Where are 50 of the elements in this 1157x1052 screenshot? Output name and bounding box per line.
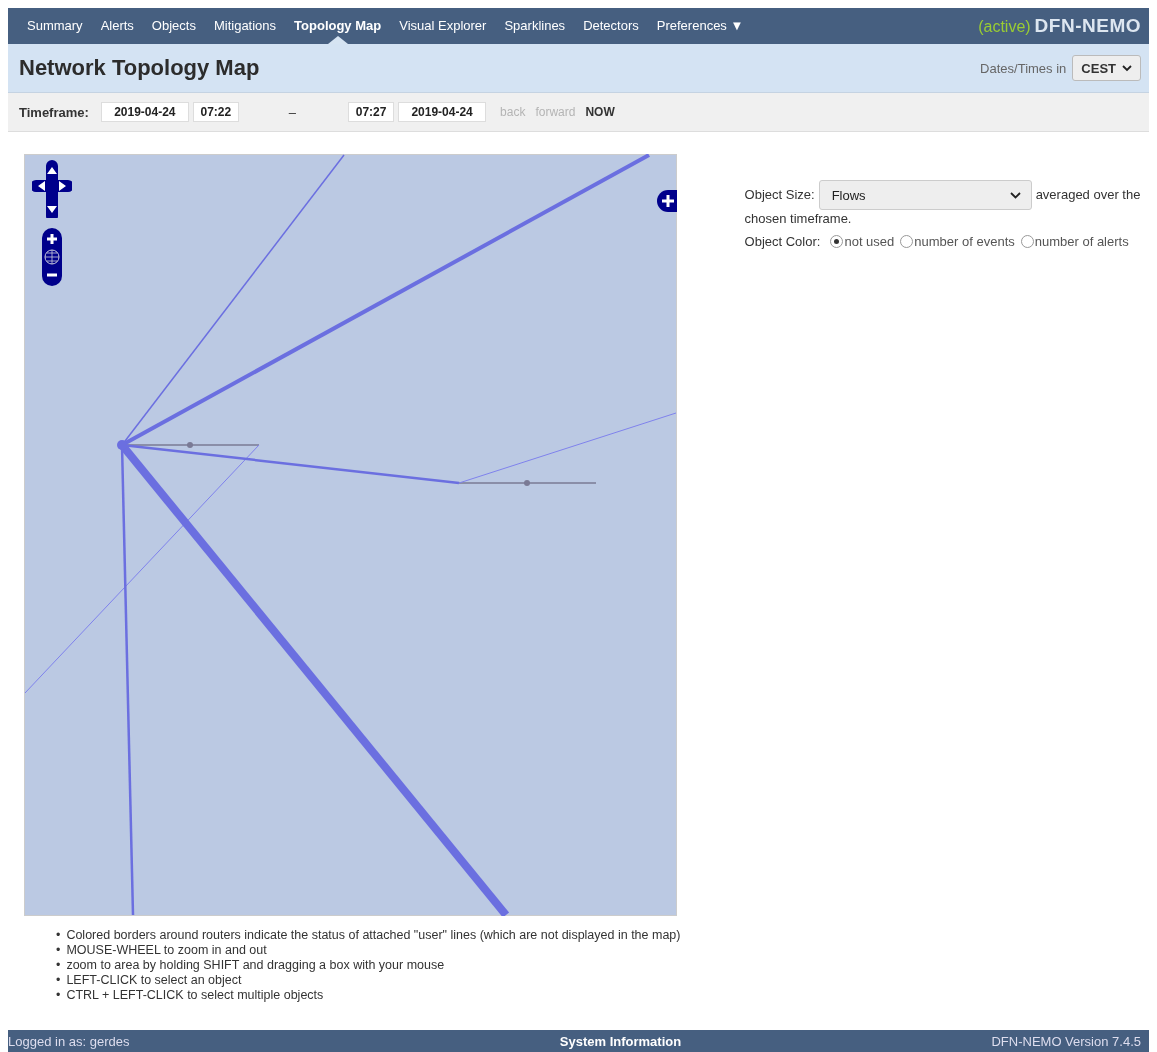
nav-tab[interactable]: Mitigations [204, 8, 286, 44]
page-title: Network Topology Map [19, 55, 260, 81]
nav-tab[interactable]: Topology Map [285, 8, 391, 44]
radio-label[interactable]: number of alerts [1034, 234, 1129, 249]
nav-tab[interactable]: Visual Explorer [390, 8, 496, 44]
logged-in-user: Logged in as: gerdes [8, 1033, 130, 1049]
bullet: • [56, 943, 61, 958]
end-time-field[interactable]: 07:27 [348, 102, 395, 122]
object-size-note: averaged over the [1035, 186, 1141, 204]
nav-tab[interactable]: Summary [18, 8, 92, 44]
radio-button[interactable] [1020, 235, 1034, 248]
timezone-dropdown[interactable]: CEST [1072, 55, 1141, 81]
nav-tab[interactable]: Alerts [91, 8, 143, 44]
start-date-field[interactable]: 2019-04-24 [100, 102, 189, 122]
object-color-label: Object Color: [744, 234, 821, 249]
help-item: LEFT-CLICK to select an object [66, 973, 242, 988]
help-item: CTRL + LEFT-CLICK to select multiple objects [66, 988, 324, 1003]
pan-control-icon[interactable] [32, 160, 72, 218]
bullet: • [56, 958, 61, 973]
nav-tab[interactable]: Detectors [574, 8, 648, 44]
timezone-label: Dates/Times in [980, 60, 1067, 76]
start-time-field[interactable]: 07:22 [192, 102, 239, 122]
object-size-label: Object Size: [744, 186, 815, 204]
chevron-down-icon [1009, 191, 1021, 199]
brand-logo: DFN-NEMO [1034, 15, 1141, 37]
range-separator: – [288, 104, 297, 120]
nav-tab[interactable]: Objects [142, 8, 205, 44]
timeframe-link[interactable]: NOW [585, 105, 615, 119]
zoom-control-icon[interactable] [41, 228, 63, 286]
bullet: • [56, 928, 61, 943]
end-date-field[interactable]: 2019-04-24 [398, 102, 487, 122]
system-information-link[interactable]: System Information [559, 1033, 682, 1049]
timeframe-label: Timeframe: [19, 104, 89, 120]
radio-button[interactable] [900, 235, 914, 248]
help-item: zoom to area by holding SHIFT and dragging a box with your mouse [66, 958, 445, 973]
object-size-dropdown[interactable]: Flows [818, 180, 1032, 210]
radio-button[interactable] [830, 235, 844, 248]
chevron-down-icon [1122, 64, 1132, 72]
object-size-note: chosen timeframe. [744, 210, 852, 228]
preferences-menu[interactable]: Preferences ▼ [647, 8, 753, 44]
help-item: MOUSE-WHEEL to zoom in and out [66, 943, 267, 958]
radio-label[interactable]: not used [844, 234, 895, 249]
layer-switcher-icon[interactable] [657, 190, 677, 212]
radio-label[interactable]: number of events [914, 234, 1015, 249]
bullet: • [56, 988, 61, 1003]
bullet: • [56, 973, 61, 988]
help-item: Colored borders around routers indicate the status of attached "user" lines (which are not displayed in the map) [66, 928, 681, 943]
version-label: DFN-NEMO Version 7.4.5 [991, 1033, 1141, 1049]
nav-tab[interactable]: Sparklines [495, 8, 575, 44]
status-label: (active) [978, 18, 1031, 36]
